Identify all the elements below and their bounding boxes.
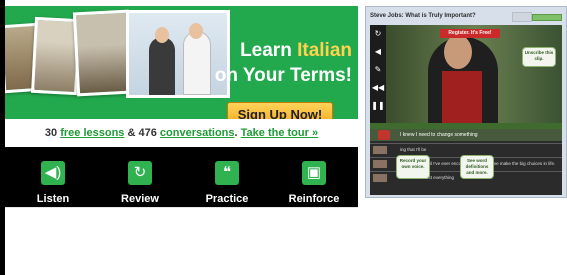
subtitles-panel: I knew I need to change something ing th… [370, 129, 562, 195]
speaker-icon[interactable]: ◀ [370, 43, 386, 61]
italy-photo-3 [72, 9, 134, 97]
person-left [149, 37, 175, 95]
unscribe-bubble: Unscribe this clip. [522, 47, 556, 67]
player-menu[interactable] [512, 12, 532, 22]
hero-section: Learn Italian on Your Terms! Sign Up Now… [5, 6, 358, 119]
lock-icon: ▣ [302, 161, 326, 185]
free-lessons-link[interactable]: free lessons [60, 127, 124, 139]
subtitle-row-text: ing that I'll be [400, 147, 427, 152]
feature-listen-label: Listen [36, 193, 70, 205]
video-sidebar: ↻ ◀ ✎ ◀◀ ❚❚ [370, 25, 386, 123]
record-voice-bubble: Record your own voice. [396, 155, 430, 179]
feature-review-label: Review [121, 193, 159, 205]
stats-line: 30 free lessons & 476 conversations. Tak… [44, 127, 319, 139]
speech-bubble-icon: ❝ [215, 161, 239, 185]
sign-up-button[interactable]: Sign Up Now! [227, 102, 333, 119]
headline-language: Italian [297, 40, 352, 61]
player-progress [532, 14, 562, 21]
feature-review[interactable]: ↻ Review [105, 161, 175, 205]
row-thumbnail [373, 174, 387, 182]
person-right [183, 31, 211, 95]
player-title: Steve Jobs: What is Truly Important? [370, 13, 476, 19]
conversations-link[interactable]: conversations [160, 127, 235, 139]
left-divider [5, 207, 358, 208]
headline-learn: Learn [240, 40, 292, 61]
record-icon[interactable] [378, 130, 390, 140]
rewind-icon[interactable]: ◀◀ [370, 79, 386, 97]
review-icon: ↻ [128, 161, 152, 185]
definitions-bubble: See word definitions and more. [460, 155, 494, 179]
headline-terms: on Your Terms! [214, 65, 352, 86]
feature-listen[interactable]: ◀) Listen [18, 161, 88, 205]
italian-promo-banner: Learn Italian on Your Terms! Sign Up Now… [5, 6, 358, 207]
lessons-count: 30 [44, 127, 58, 139]
speaker-icon: ◀) [41, 161, 65, 185]
feature-practice[interactable]: ❝ Practice [192, 161, 262, 205]
feature-reinforce-label: Reinforce [288, 193, 340, 205]
current-subtitle-text: I knew I need to change something [400, 132, 478, 138]
person-right-head [189, 23, 203, 39]
refresh-icon[interactable]: ↻ [370, 25, 386, 43]
stats-ampersand: & [127, 127, 136, 139]
row-thumbnail [373, 160, 387, 168]
row-thumbnail [373, 146, 387, 154]
video-area[interactable]: ↻ ◀ ✎ ◀◀ ❚❚ Register. It's Free! Unscrib… [370, 25, 562, 123]
pen-icon[interactable]: ✎ [370, 61, 386, 79]
hero-headline: Learn Italian on Your Terms! [215, 38, 352, 88]
speaker-robe [442, 71, 482, 123]
conversations-count: 476 [138, 127, 157, 139]
current-subtitle[interactable]: I knew I need to change something [370, 129, 562, 141]
feature-reinforce[interactable]: ▣ Reinforce [279, 161, 349, 205]
features-bar: ◀) Listen ↻ Review ❝ Practice ▣ Reinforc… [5, 147, 358, 207]
person-left-head [155, 27, 169, 43]
pause-icon[interactable]: ❚❚ [370, 97, 386, 115]
register-button[interactable]: Register. It's Free! [440, 29, 500, 38]
feature-practice-label: Practice [205, 193, 249, 205]
video-player-panel: Steve Jobs: What is Truly Important? ↻ ◀… [365, 6, 567, 198]
speaker-head [444, 35, 472, 69]
take-tour-link[interactable]: Take the tour » [241, 127, 318, 139]
